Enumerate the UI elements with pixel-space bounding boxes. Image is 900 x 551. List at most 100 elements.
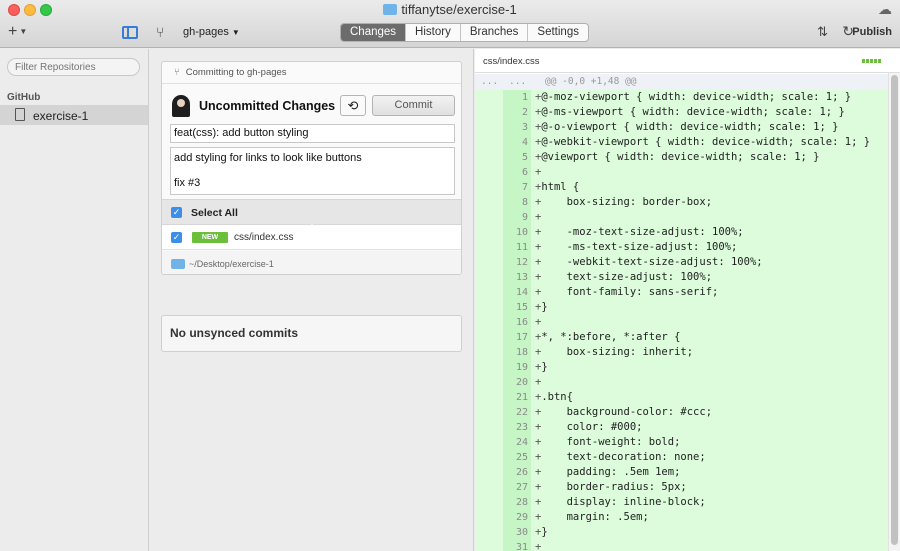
publish-button[interactable]: Publish <box>852 26 892 38</box>
diff-line-code: +@-o-viewport { width: device-width; sca… <box>531 120 888 135</box>
diff-line[interactable]: 9 + <box>475 210 900 225</box>
hunk-expand-old[interactable]: ... <box>481 76 498 87</box>
diff-line[interactable]: 25 + text-decoration: none; <box>475 450 900 465</box>
view-tabs: Changes History Branches Settings <box>340 23 589 42</box>
new-line-number: 30 <box>503 525 531 540</box>
filter-repositories-input[interactable] <box>7 58 140 76</box>
diff-line-code: +*, *:before, *:after { <box>531 330 888 345</box>
old-line-number <box>475 495 503 510</box>
diff-line[interactable]: 11 + -ms-text-size-adjust: 100%; <box>475 240 900 255</box>
diff-line[interactable]: 18 + box-sizing: inherit; <box>475 345 900 360</box>
diff-line[interactable]: 19 +} <box>475 360 900 375</box>
diff-line-code: + <box>531 540 888 551</box>
branch-selector[interactable]: gh-pages ▼ <box>183 26 240 38</box>
new-line-number: 14 <box>503 285 531 300</box>
diff-line[interactable]: 15 +} <box>475 300 900 315</box>
sidebar-item-exercise-1[interactable]: exercise-1 <box>0 105 148 125</box>
tab-history[interactable]: History <box>405 24 460 41</box>
diff-line[interactable]: 24 + font-weight: bold; <box>475 435 900 450</box>
new-line-number: 27 <box>503 480 531 495</box>
diff-line[interactable]: 7 +html { <box>475 180 900 195</box>
diff-line-code: + box-sizing: inherit; <box>531 345 888 360</box>
add-repository-button[interactable]: + ▼ <box>8 24 27 40</box>
diff-scrollbar[interactable] <box>888 73 900 551</box>
tab-branches[interactable]: Branches <box>459 24 528 41</box>
diff-line[interactable]: 29 + margin: .5em; <box>475 510 900 525</box>
select-all-checkbox[interactable]: ✓ <box>171 207 182 218</box>
diff-line[interactable]: 6 + <box>475 165 900 180</box>
diff-line[interactable]: 10 + -moz-text-size-adjust: 100%; <box>475 225 900 240</box>
diff-line[interactable]: 31 + <box>475 540 900 551</box>
file-checkbox[interactable]: ✓ <box>171 232 182 243</box>
new-line-number: 7 <box>503 180 531 195</box>
new-line-number: 28 <box>503 495 531 510</box>
status-badge: NEW <box>192 232 228 243</box>
sidebar-section-github: GitHub <box>7 92 41 103</box>
diff-line-text: @-moz-viewport { width: device-width; sc… <box>541 91 852 103</box>
diff-line[interactable]: 20 + <box>475 375 900 390</box>
diff-line[interactable]: 1 +@-moz-viewport { width: device-width; … <box>475 90 900 105</box>
diff-line[interactable]: 26 + padding: .5em 1em; <box>475 465 900 480</box>
diff-line-code: + -moz-text-size-adjust: 100%; <box>531 225 888 240</box>
diff-line-code: + background-color: #ccc; <box>531 405 888 420</box>
diff-line[interactable]: 28 + display: inline-block; <box>475 495 900 510</box>
hunk-header-text: @@ -0,0 +1,48 @@ <box>545 76 637 87</box>
cloud-icon[interactable]: ☁ <box>878 2 894 16</box>
diff-line[interactable]: 17 +*, *:before, *:after { <box>475 330 900 345</box>
new-line-number: 6 <box>503 165 531 180</box>
new-line-number: 11 <box>503 240 531 255</box>
diff-line[interactable]: 5 +@viewport { width: device-width; scale… <box>475 150 900 165</box>
hunk-expand-new[interactable]: ... <box>509 76 526 87</box>
diff-line-code: + box-sizing: border-box; <box>531 195 888 210</box>
branch-icon[interactable]: ⑂ <box>156 24 164 40</box>
added-marker: + <box>535 541 542 551</box>
description-line: fix #3 <box>174 177 201 189</box>
diff-line[interactable]: 14 + font-family: sans-serif; <box>475 285 900 300</box>
commit-button[interactable]: Commit <box>372 95 455 116</box>
old-line-number <box>475 420 503 435</box>
repo-icon <box>15 108 25 121</box>
undo-icon: ⟲ <box>347 98 359 113</box>
select-all-label: Select All <box>191 207 238 219</box>
scrollbar-thumb[interactable] <box>891 75 898 545</box>
new-line-number: 12 <box>503 255 531 270</box>
new-line-number: 31 <box>503 540 531 551</box>
new-line-number: 2 <box>503 105 531 120</box>
diff-line[interactable]: 8 + box-sizing: border-box; <box>475 195 900 210</box>
select-all-row[interactable]: ✓ Select All <box>162 199 461 229</box>
diff-line[interactable]: 27 + border-radius: 5px; <box>475 480 900 495</box>
diff-line[interactable]: 12 + -webkit-text-size-adjust: 100%; <box>475 255 900 270</box>
plus-icon: + <box>8 23 18 40</box>
diff-line[interactable]: 4 +@-webkit-viewport { width: device-widt… <box>475 135 900 150</box>
new-line-number: 19 <box>503 360 531 375</box>
chevron-down-icon: ▼ <box>231 28 240 37</box>
diff-line[interactable]: 21 +.btn{ <box>475 390 900 405</box>
undo-button[interactable]: ⟲ <box>340 95 366 116</box>
commit-description-field[interactable]: add styling for links to look like butto… <box>170 147 455 195</box>
diff-line[interactable]: 23 + color: #000; <box>475 420 900 435</box>
old-line-number <box>475 465 503 480</box>
added-marker: + <box>535 316 542 328</box>
diff-line-text: text-size-adjust: 100%; <box>541 271 713 283</box>
diff-line[interactable]: 30 +} <box>475 525 900 540</box>
tab-changes[interactable]: Changes <box>341 24 406 41</box>
added-marker: + <box>535 376 542 388</box>
repo-path-row[interactable]: ~/Desktop/exercise-1 <box>162 251 461 274</box>
commit-summary-field[interactable]: feat(css): add button styling <box>170 124 455 143</box>
hunk-header: ... ... @@ -0,0 +1,48 @@ <box>475 74 900 90</box>
changed-file-row[interactable]: ✓ NEW css/index.css <box>162 225 461 250</box>
diff-line[interactable]: 16 + <box>475 315 900 330</box>
tab-settings[interactable]: Settings <box>527 24 588 41</box>
diff-line[interactable]: 3 +@-o-viewport { width: device-width; sc… <box>475 120 900 135</box>
diff-line-text: *, *:before, *:after { <box>541 331 681 343</box>
diff-line[interactable]: 2 +@-ms-viewport { width: device-width; s… <box>475 105 900 120</box>
toggle-sidebar-icon[interactable] <box>122 26 138 39</box>
old-line-number <box>475 225 503 240</box>
window-toolbar: tiffanytse/exercise-1 ☁ + ▼ ⑂ gh-pages ▼ C… <box>0 0 900 48</box>
diff-line[interactable]: 22 + background-color: #ccc; <box>475 405 900 420</box>
pull-request-icon[interactable]: ⇅ <box>817 24 828 40</box>
diff-line[interactable]: 13 + text-size-adjust: 100%; <box>475 270 900 285</box>
folder-icon <box>171 259 185 269</box>
diff-line-text: margin: .5em; <box>541 511 649 523</box>
old-line-number <box>475 150 503 165</box>
